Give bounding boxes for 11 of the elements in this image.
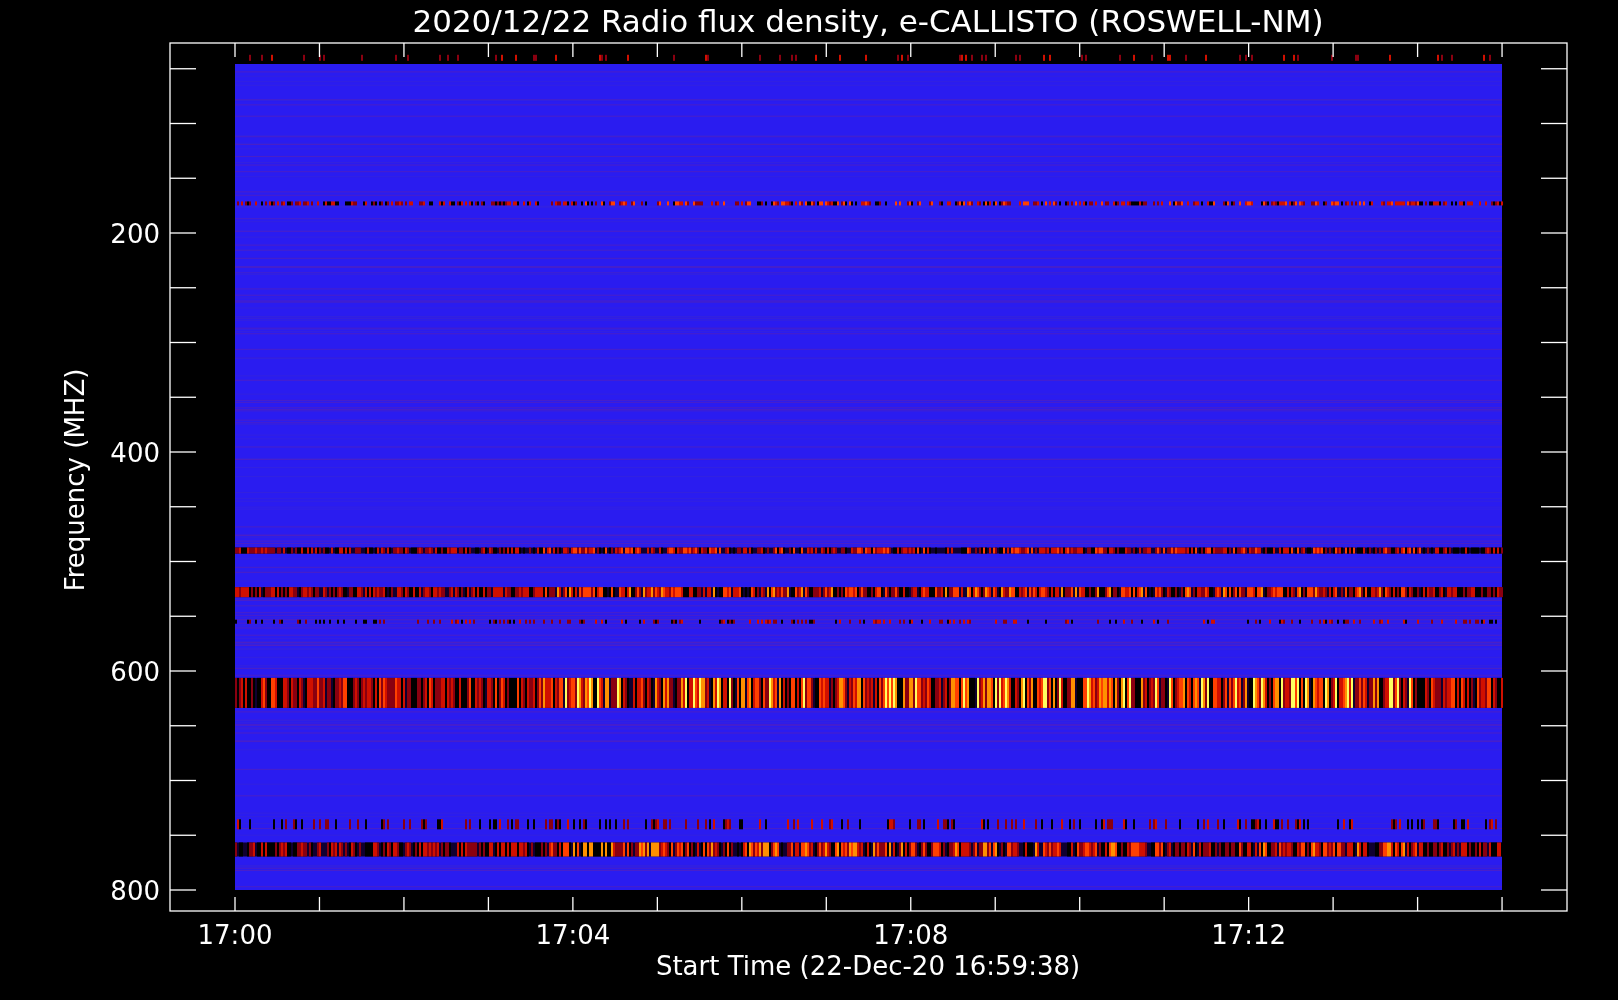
axis-title: Frequency (MHZ) [60,368,90,592]
axis-title: Start Time (22-Dec-20 16:59:38) [655,951,1081,981]
axis-tick-label: 400 [110,438,160,468]
axis-tick-label: 17:04 [535,920,611,950]
axis-tick-label: 600 [110,657,160,687]
axis-tick-label: 17:08 [873,920,949,950]
axis-tick-label: 200 [110,219,160,249]
axis-tick-label: 17:12 [1211,920,1287,950]
axis-tick-label: 800 [110,876,160,906]
axis-tick-label: 17:00 [197,920,273,950]
plot-title: 2020/12/22 Radio flux density, e-CALLISTO (ROSWELL-NM) [412,3,1324,39]
